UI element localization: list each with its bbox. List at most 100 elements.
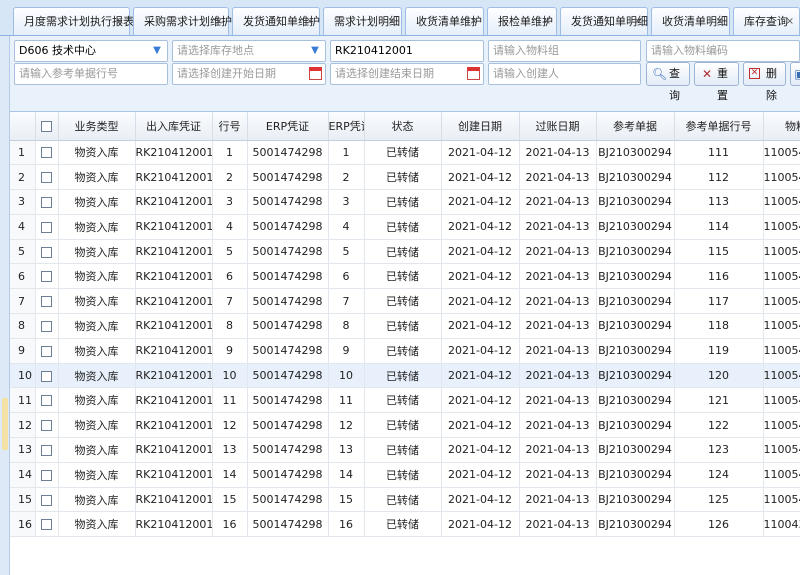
close-icon[interactable]: × bbox=[116, 8, 124, 35]
checkbox-icon[interactable] bbox=[41, 395, 52, 407]
left-collapse-bar[interactable] bbox=[0, 36, 10, 575]
col-business-type[interactable]: 业务类型 bbox=[58, 112, 136, 141]
material-code-input[interactable]: 请输入物料编码 bbox=[646, 40, 800, 62]
table-row[interactable]: 7 物资入库 RK210412001 7 5001474298 7 已转储 2021-04-1… bbox=[10, 288, 800, 315]
col-erp-voucher[interactable]: ERP凭证 bbox=[247, 112, 329, 141]
material-group-input[interactable]: 请输入物料组 bbox=[488, 40, 641, 62]
table-row[interactable]: 1 物资入库 RK210412001 1 5001474298 1 已转储 2021-04-1… bbox=[10, 140, 800, 166]
calendar-icon[interactable] bbox=[309, 67, 322, 80]
tab-monthly-plan-report[interactable]: 月度需求计划执行报表 × bbox=[13, 7, 134, 35]
cell-material-code: 1100549 bbox=[763, 338, 800, 364]
table-row[interactable]: 13 物资入库 RK210412001 13 5001474298 13 已转储 2021-0… bbox=[10, 437, 800, 463]
close-icon[interactable]: × bbox=[634, 8, 642, 35]
row-checkbox-cell[interactable] bbox=[35, 288, 59, 315]
col-voucher[interactable]: 出入库凭证 bbox=[135, 112, 213, 141]
col-ref-doc[interactable]: 参考单据 bbox=[596, 112, 675, 141]
row-checkbox-cell[interactable] bbox=[35, 263, 59, 290]
row-checkbox-cell[interactable] bbox=[35, 214, 59, 240]
voucher-input[interactable]: RK210412001 bbox=[330, 40, 484, 62]
row-checkbox-cell[interactable] bbox=[35, 487, 59, 513]
ref-line-input[interactable]: 请输入参考单据行号 bbox=[14, 63, 168, 85]
table-row[interactable]: 8 物资入库 RK210412001 8 5001474298 8 已转储 2021-04-1… bbox=[10, 313, 800, 339]
row-checkbox-cell[interactable] bbox=[35, 313, 59, 339]
checkbox-icon[interactable] bbox=[41, 246, 52, 258]
start-date-input[interactable]: 请选择创建开始日期 bbox=[172, 63, 326, 85]
location-select[interactable]: 请选择库存地点 ▼ bbox=[172, 40, 326, 62]
checkbox-icon[interactable] bbox=[41, 296, 52, 308]
checkbox-icon[interactable] bbox=[41, 370, 52, 382]
close-icon[interactable]: × bbox=[786, 8, 794, 35]
table-row[interactable]: 15 物资入库 RK210412001 15 5001474298 15 已转储 2021-0… bbox=[10, 487, 800, 513]
row-checkbox-cell[interactable] bbox=[35, 140, 59, 166]
tab-purchase-plan[interactable]: 采购需求计划维护 × bbox=[133, 7, 232, 35]
table-row[interactable]: 4 物资入库 RK210412001 4 5001474298 4 已转储 2021-04-1… bbox=[10, 214, 800, 240]
org-select[interactable]: D606 技术中心 ▼ bbox=[14, 40, 168, 62]
query-button[interactable]: 🔍︎ 查询 bbox=[646, 62, 690, 102]
table-row[interactable]: 16 物资入库 RK210412001 16 5001474298 16 已转储 2021-0… bbox=[10, 511, 800, 538]
row-checkbox-cell[interactable] bbox=[35, 412, 59, 439]
row-checkbox-cell[interactable] bbox=[35, 462, 59, 488]
close-icon[interactable]: × bbox=[215, 8, 223, 35]
table-row[interactable]: 3 物资入库 RK210412001 3 5001474298 3 已转储 2021-04-1… bbox=[10, 189, 800, 215]
table-row[interactable]: 2 物资入库 RK210412001 2 5001474298 2 已转储 2021-04-1… bbox=[10, 164, 800, 191]
col-created-date[interactable]: 创建日期 bbox=[441, 112, 520, 141]
reset-button[interactable]: ✕ 重置 bbox=[694, 62, 739, 102]
checkbox-icon[interactable] bbox=[41, 494, 52, 506]
checkbox-icon[interactable] bbox=[41, 444, 52, 456]
checkbox-icon[interactable] bbox=[41, 196, 52, 208]
tab-plan-detail[interactable]: 需求计划明细 × bbox=[323, 7, 402, 35]
close-icon[interactable]: × bbox=[388, 8, 396, 35]
table-row[interactable]: 5 物资入库 RK210412001 5 5001474298 5 已转储 2021-04-1… bbox=[10, 239, 800, 265]
col-material-code[interactable]: 物料编 bbox=[763, 112, 800, 141]
checkbox-icon[interactable] bbox=[41, 147, 52, 159]
tab-receipt-list[interactable]: 收货清单维护 × bbox=[405, 7, 484, 35]
table-row[interactable]: 12 物资入库 RK210412001 12 5001474298 12 已转储 2021-0… bbox=[10, 412, 800, 439]
chevron-down-icon[interactable]: ▼ bbox=[147, 41, 167, 61]
row-checkbox-cell[interactable] bbox=[35, 338, 59, 364]
row-checkbox-cell[interactable] bbox=[35, 437, 59, 463]
checkbox-icon[interactable] bbox=[41, 271, 52, 283]
row-checkbox-cell[interactable] bbox=[35, 511, 59, 538]
checkbox-icon[interactable] bbox=[41, 320, 52, 332]
col-line[interactable]: 行号 bbox=[212, 112, 248, 141]
col-posting-date[interactable]: 过账日期 bbox=[519, 112, 597, 141]
export-button[interactable]: ▣ bbox=[790, 62, 800, 86]
row-checkbox-cell[interactable] bbox=[35, 387, 59, 414]
chevron-down-icon[interactable]: ▼ bbox=[305, 41, 325, 61]
row-checkbox-cell[interactable] bbox=[35, 363, 59, 389]
calendar-icon[interactable] bbox=[467, 67, 480, 80]
row-checkbox-cell[interactable] bbox=[35, 189, 59, 215]
checkbox-icon[interactable] bbox=[41, 172, 52, 184]
cell-erp-voucher: 5001474298 bbox=[247, 462, 329, 488]
creator-input[interactable]: 请输入创建人 bbox=[488, 63, 641, 85]
checkbox-icon[interactable] bbox=[41, 221, 52, 233]
splitter-handle[interactable] bbox=[2, 398, 8, 450]
col-erp-voucher-line[interactable]: ERP凭证 bbox=[328, 112, 365, 141]
table-row[interactable]: 11 物资入库 RK210412001 11 5001474298 11 已转储 2021-0… bbox=[10, 387, 800, 414]
close-icon[interactable]: × bbox=[470, 8, 478, 35]
delete-button[interactable]: ✕ 删除 bbox=[743, 62, 786, 102]
table-row[interactable]: 10 物资入库 RK210412001 10 5001474298 10 已转储 2021-0… bbox=[10, 363, 800, 389]
checkbox-icon[interactable] bbox=[41, 519, 52, 531]
checkbox-icon[interactable] bbox=[41, 345, 52, 357]
table-row[interactable]: 14 物资入库 RK210412001 14 5001474298 14 已转储 2021-0… bbox=[10, 462, 800, 488]
row-checkbox-cell[interactable] bbox=[35, 164, 59, 191]
tab-receipt-detail[interactable]: 收货清单明细 × bbox=[651, 7, 730, 35]
table-row[interactable]: 9 物资入库 RK210412001 9 5001474298 9 已转储 2021-04-1… bbox=[10, 338, 800, 364]
end-date-input[interactable]: 请选择创建结束日期 bbox=[330, 63, 484, 85]
row-checkbox-cell[interactable] bbox=[35, 239, 59, 265]
tab-delivery-notice[interactable]: 发货通知单维护 × bbox=[232, 7, 320, 35]
checkbox-icon[interactable] bbox=[41, 120, 52, 132]
close-icon[interactable]: × bbox=[306, 8, 314, 35]
close-icon[interactable]: × bbox=[716, 8, 724, 35]
tab-inventory-query[interactable]: 库存查询 × bbox=[733, 7, 800, 35]
checkbox-icon[interactable] bbox=[41, 469, 52, 481]
close-icon[interactable]: × bbox=[543, 8, 551, 35]
table-row[interactable]: 6 物资入库 RK210412001 6 5001474298 6 已转储 2021-04-1… bbox=[10, 263, 800, 290]
checkbox-icon[interactable] bbox=[41, 420, 52, 432]
tab-delivery-detail[interactable]: 发货通知单明细 × bbox=[560, 7, 648, 35]
select-all-checkbox[interactable] bbox=[35, 112, 59, 141]
col-status[interactable]: 状态 bbox=[364, 112, 442, 141]
tab-inspection[interactable]: 报检单维护 × bbox=[487, 7, 557, 35]
col-ref-line[interactable]: 参考单据行号 bbox=[674, 112, 764, 141]
